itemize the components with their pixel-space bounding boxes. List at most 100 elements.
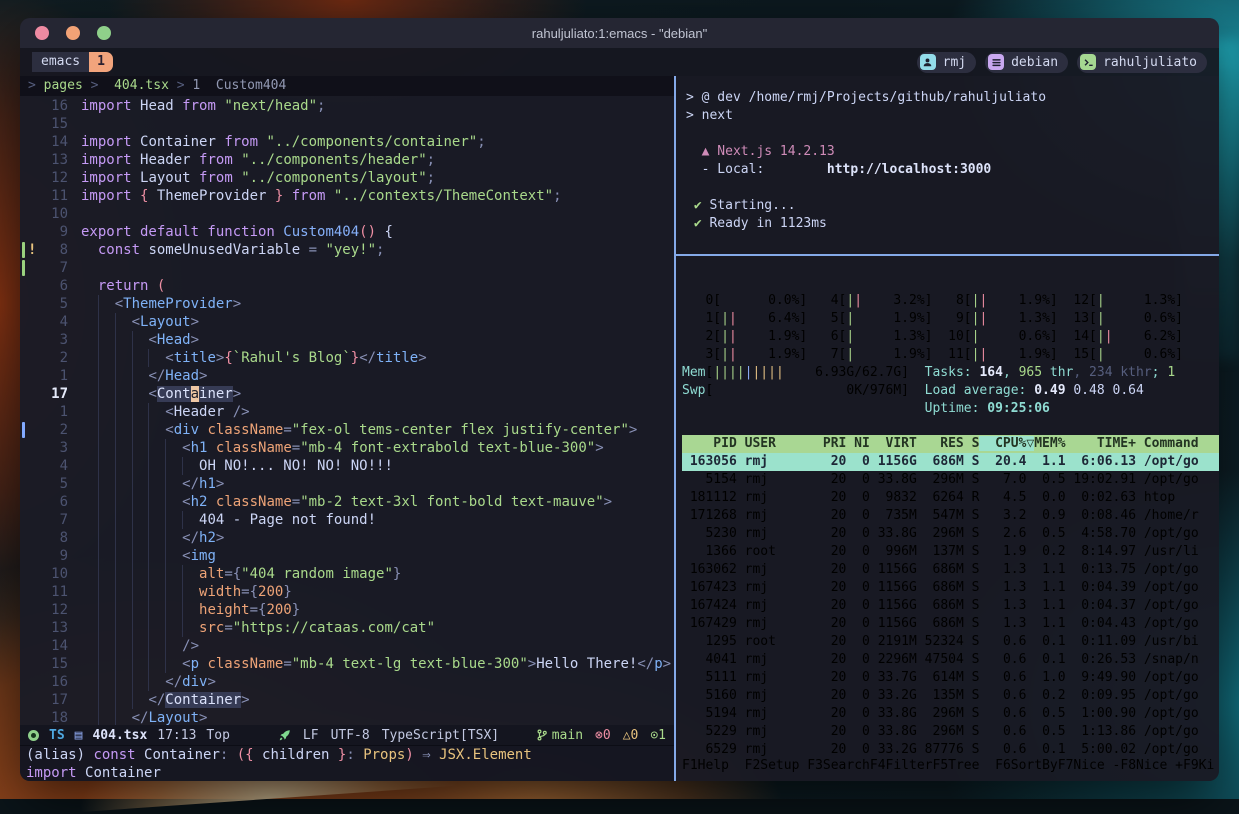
code-line[interactable]: 1 </Head> xyxy=(20,367,674,385)
branch-icon xyxy=(536,729,548,741)
code-line[interactable]: 12import Layout from "../components/layo… xyxy=(20,169,674,187)
code-line[interactable]: 9 <img xyxy=(20,547,674,565)
fkey-F9[interactable]: F9 xyxy=(1183,758,1199,773)
process-row[interactable]: 5230 rmj 20 0 33.8G 296M S 2.6 0.5 4:58.… xyxy=(682,525,1219,543)
code-line[interactable]: 7 xyxy=(20,259,674,277)
process-row[interactable]: 4041 rmj 20 0 2296M 47504 S 0.6 0.1 0:26… xyxy=(682,651,1219,669)
fkey-F1[interactable]: F1 xyxy=(682,758,698,773)
process-row[interactable]: 5111 rmj 20 0 33.7G 614M S 0.6 1.0 9:49.… xyxy=(682,669,1219,687)
code-line[interactable]: 8 </h2> xyxy=(20,529,674,547)
process-row[interactable]: 167423 rmj 20 0 1156G 686M S 1.3 1.1 0:0… xyxy=(682,579,1219,597)
code-line[interactable]: 3 <h1 className="mb-4 font-extrabold tex… xyxy=(20,439,674,457)
code-line[interactable]: 14import Container from "../components/c… xyxy=(20,133,674,151)
process-row[interactable]: 5229 rmj 20 0 33.8G 296M S 0.6 0.5 1:13.… xyxy=(682,723,1219,741)
line-number: 1 xyxy=(28,403,68,421)
fkey-label[interactable]: Help xyxy=(698,758,745,773)
code-line[interactable]: 14 /> xyxy=(20,637,674,655)
fkey-label[interactable]: Tree xyxy=(948,758,995,773)
process-row[interactable]: 5154 rmj 20 0 33.8G 296M S 7.0 0.5 19:02… xyxy=(682,471,1219,489)
code-line[interactable]: 17 <Container> xyxy=(20,385,674,403)
window-titlebar[interactable]: rahuljuliato:1:emacs - "debian" xyxy=(20,18,1219,48)
code-line[interactable]: 4 OH NO!... NO! NO! NO!!! xyxy=(20,457,674,475)
process-row[interactable]: 163062 rmj 20 0 1156G 686M S 1.3 1.1 0:1… xyxy=(682,561,1219,579)
line-number: 14 xyxy=(28,133,68,151)
fkey-F6[interactable]: F6 xyxy=(995,758,1011,773)
code-line[interactable]: 17 </Container> xyxy=(20,691,674,709)
tmux-window-tab[interactable]: emacs 1 xyxy=(32,52,113,72)
fkey-label[interactable]: Filter xyxy=(886,758,933,773)
process-table-header[interactable]: PID USER PRI NI VIRT RES S CPU%▽MEM% TIM… xyxy=(682,435,1219,453)
mem-meter-row: Mem[||||||||| 6.93G/62.7G] Tasks: 164, 9… xyxy=(682,364,1219,382)
process-row[interactable]: 1366 root 20 0 996M 137M S 1.9 0.2 8:14.… xyxy=(682,543,1219,561)
editor-statusline: TS ▤ 404.tsx 17:13 Top LF UTF-8 TypeScri… xyxy=(20,725,674,745)
code-line[interactable]: 15 <p className="mb-4 text-lg text-blue-… xyxy=(20,655,674,673)
process-row[interactable]: 171268 rmj 20 0 735M 547M S 3.2 0.9 0:08… xyxy=(682,507,1219,525)
line-number: 4 xyxy=(28,313,68,331)
process-row[interactable]: 167429 rmj 20 0 1156G 686M S 1.3 1.1 0:0… xyxy=(682,615,1219,633)
fkey-F4[interactable]: F4 xyxy=(870,758,886,773)
process-row[interactable]: 5160 rmj 20 0 33.2G 135M S 0.6 0.2 0:09.… xyxy=(682,687,1219,705)
htop-pane[interactable]: 0[ 0.0%] 4[|| 3.2%] 8[|| 1.9%] 12[| 1.3%… xyxy=(676,256,1219,781)
terminal-line: > next xyxy=(686,107,1219,125)
cpu-meters: 0[ 0.0%] 4[|| 3.2%] 8[|| 1.9%] 12[| 1.3%… xyxy=(682,292,1219,364)
code-line[interactable]: 5 <ThemeProvider> xyxy=(20,295,674,313)
code-line[interactable]: 16import Head from "next/head"; xyxy=(20,97,674,115)
code-line[interactable]: 16 </div> xyxy=(20,673,674,691)
tmux-window-index: 1 xyxy=(89,52,113,72)
terminal-line: ✔ Starting... xyxy=(686,197,1219,215)
fkey-label[interactable]: Ki xyxy=(1199,758,1215,773)
process-row[interactable]: 5194 rmj 20 0 33.8G 296M S 0.6 0.5 1:00.… xyxy=(682,705,1219,723)
process-row[interactable]: 167424 rmj 20 0 1156G 686M S 1.3 1.1 0:0… xyxy=(682,597,1219,615)
code-line[interactable]: 6 return ( xyxy=(20,277,674,295)
code-line[interactable]: 6 <h2 className="mb-2 text-3xl font-bold… xyxy=(20,493,674,511)
fkey-F2[interactable]: F2 xyxy=(745,758,761,773)
code-line[interactable]: 7 404 - Page not found! xyxy=(20,511,674,529)
fkey-label[interactable]: Search xyxy=(823,758,870,773)
line-number: 15 xyxy=(28,655,68,673)
code-line[interactable]: 18 </Layout> xyxy=(20,709,674,725)
code-line[interactable]: 2 <div className="fex-ol tems-center fle… xyxy=(20,421,674,439)
fkey-F8[interactable]: F8 xyxy=(1120,758,1136,773)
git-branch[interactable]: main xyxy=(536,728,583,743)
fkey-label[interactable]: Nice - xyxy=(1073,758,1120,773)
cpu-meter-row: 1[|| 6.4%] 5[| 1.9%] 9[|| 1.3%] 13[| 0.6… xyxy=(682,310,1219,328)
language-mode: TypeScript[TSX] xyxy=(382,728,499,743)
code-line[interactable]: !8 const someUnusedVariable = "yey!"; xyxy=(20,241,674,259)
code-line[interactable]: 11import { ThemeProvider } from "../cont… xyxy=(20,187,674,205)
cursor-position: 17:13 xyxy=(157,728,196,743)
line-number: 8 xyxy=(28,529,68,547)
code-line[interactable]: 3 <Head> xyxy=(20,331,674,349)
tmux-badge-rahuljuliato: rahuljuliato xyxy=(1077,52,1207,73)
fkey-label[interactable]: Nice + xyxy=(1136,758,1183,773)
fkey-F5[interactable]: F5 xyxy=(933,758,949,773)
code-line[interactable]: 13 src="https://cataas.com/cat" xyxy=(20,619,674,637)
code-line[interactable]: 15 xyxy=(20,115,674,133)
process-row-selected[interactable]: 163056 rmj 20 0 1156G 686M S 20.4 1.1 6:… xyxy=(682,453,1219,471)
code-area[interactable]: 16import Head from "next/head";1514impor… xyxy=(20,96,674,725)
fkey-F7[interactable]: F7 xyxy=(1058,758,1074,773)
code-line[interactable]: 13import Header from "../components/head… xyxy=(20,151,674,169)
code-line[interactable]: 9export default function Custom404() { xyxy=(20,223,674,241)
info-count: ⊙1 xyxy=(650,728,666,743)
line-number: 2 xyxy=(28,349,68,367)
code-line[interactable]: 4 <Layout> xyxy=(20,313,674,331)
process-row[interactable]: 1295 root 20 0 2191M 52324 S 0.6 0.1 0:1… xyxy=(682,633,1219,651)
code-line[interactable]: 1 <Header /> xyxy=(20,403,674,421)
nextjs-terminal[interactable]: > @ dev /home/rmj/Projects/github/rahulj… xyxy=(676,76,1219,254)
code-line[interactable]: 12 height={200} xyxy=(20,601,674,619)
fkey-F3[interactable]: F3 xyxy=(807,758,823,773)
badge-label: rmj xyxy=(943,55,966,70)
code-line[interactable]: 5 </h1> xyxy=(20,475,674,493)
code-line[interactable]: 11 width={200} xyxy=(20,583,674,601)
code-line[interactable]: 10 alt={"404 random image"} xyxy=(20,565,674,583)
terminal-pane[interactable]: > @ dev /home/rmj/Projects/github/rahulj… xyxy=(676,76,1219,781)
fkey-label[interactable]: SortBy xyxy=(1011,758,1058,773)
process-row[interactable]: 181112 rmj 20 0 9832 6264 R 4.5 0.0 0:02… xyxy=(682,489,1219,507)
editor-pane[interactable]: > pages > 404.tsx > 1 Custom404 16import… xyxy=(20,76,674,781)
fkey-label[interactable]: Setup xyxy=(760,758,807,773)
terminal-line: > @ dev /home/rmj/Projects/github/rahulj… xyxy=(686,89,1219,107)
code-line[interactable]: 10 xyxy=(20,205,674,223)
sort-column-cpu[interactable]: CPU%▽ xyxy=(979,436,1034,451)
git-changed-marker xyxy=(22,422,25,438)
code-line[interactable]: 2 <title>{`Rahul's Blog`}</title> xyxy=(20,349,674,367)
